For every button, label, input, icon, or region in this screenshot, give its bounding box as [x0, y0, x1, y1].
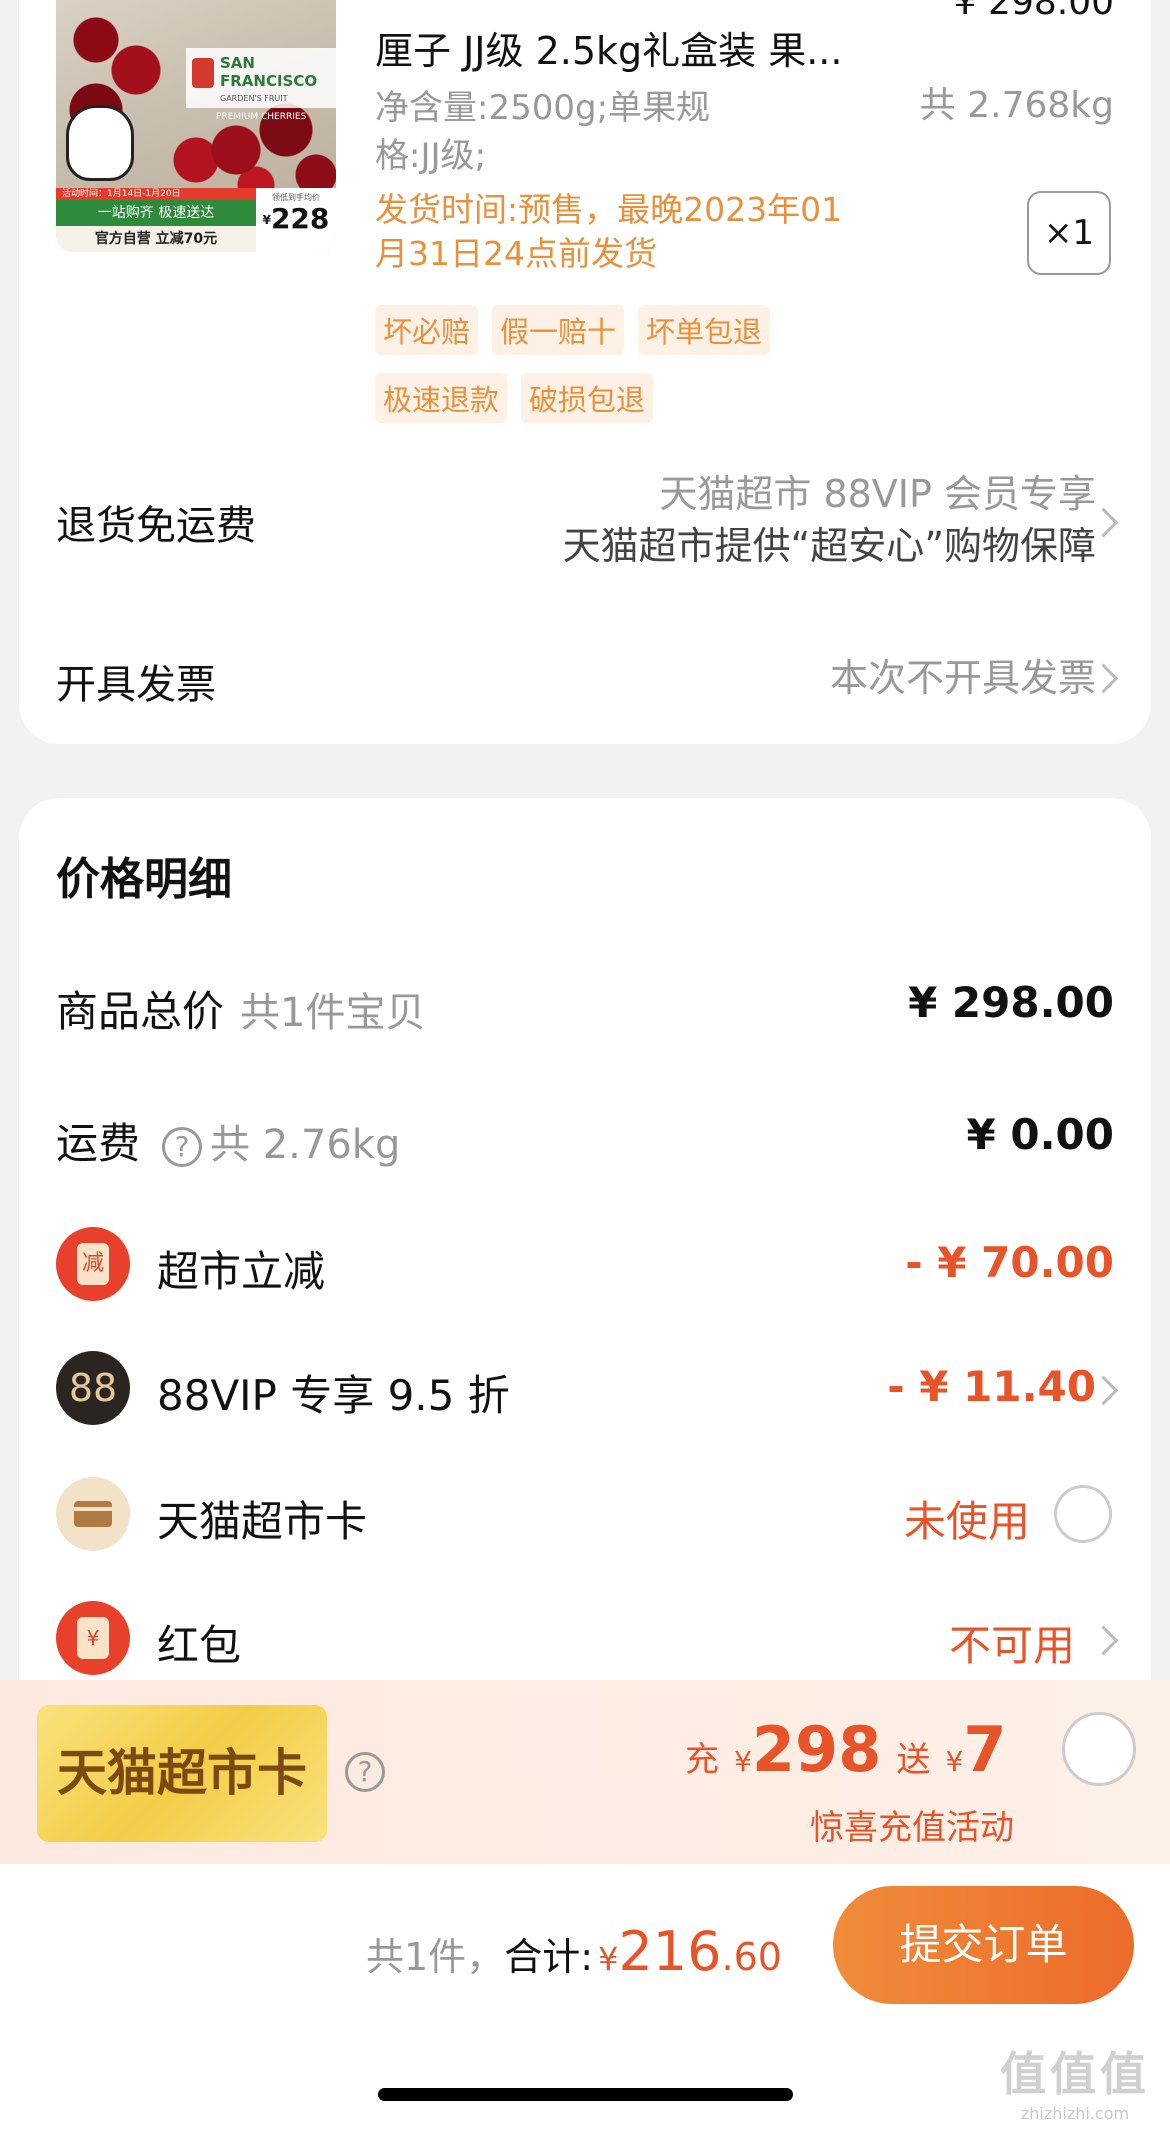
tmall-mascot-icon — [66, 105, 134, 181]
product-thumbnail[interactable]: SAN FRANCISCO GARDEN'S FRUIT PREMIUM CHE… — [56, 0, 336, 252]
return-shipping-label: 退货免运费 — [56, 503, 256, 549]
recharge-radio[interactable] — [1062, 1712, 1136, 1786]
vip-88-icon: 88 — [56, 1351, 130, 1425]
help-icon[interactable]: ? — [162, 1126, 203, 1167]
service-tags: 坏必赔 假一赔十 坏单包退 极速退款 破损包退 — [375, 305, 875, 441]
freight-label: 运费? 共 2.76kg — [56, 1119, 401, 1168]
submit-order-button[interactable]: 提交订单 — [833, 1886, 1134, 2004]
discount-icon: 减 — [56, 1227, 130, 1301]
shipping-note: 发货时间:预售，最晚2023年01月31日24点前发货 — [375, 190, 843, 273]
promo-fast-strip: 一站购齐 极速送达 — [56, 200, 256, 226]
product-price: ¥ 298.00 — [953, 0, 1114, 23]
supermarket-card-label: 天猫超市卡 — [157, 1497, 368, 1546]
invoice-label: 开具发票 — [56, 662, 216, 708]
supermarket-card-radio[interactable] — [1054, 1485, 1112, 1543]
promo-date-strip: 活动时间：1月14日-1月20日 — [56, 188, 262, 200]
recharge-offer: 充 ¥298 送 ¥7 — [685, 1713, 1007, 1786]
quantity-stepper[interactable]: ×1 — [1027, 191, 1111, 275]
return-shipping-info: 天猫超市 88VIP 会员专享 天猫超市提供“超安心”购物保障 — [562, 472, 1096, 568]
thumbnail-price-box: 领低到手均价 ¥228 — [256, 188, 336, 252]
service-tag: 假一赔十 — [492, 305, 625, 355]
invoice-value: 本次不开具发票 — [829, 656, 1096, 700]
product-spec: 净含量:2500g;单果规格:JJ级; — [375, 88, 711, 176]
vip-discount-value[interactable]: - ¥ 11.40 — [887, 1362, 1096, 1411]
card-icon — [56, 1477, 130, 1551]
service-tag: 极速退款 — [375, 373, 508, 423]
product-title[interactable]: 厘子 JJ级 2.5kg礼盒装 果... — [375, 20, 915, 75]
red-packet-icon: ¥ — [56, 1601, 130, 1675]
recharge-caption: 惊喜充值活动 — [810, 1808, 1014, 1848]
discount-label: 超市立减 — [157, 1247, 326, 1296]
service-tag: 坏单包退 — [638, 305, 771, 355]
product-weight: 共 2.768kg — [919, 85, 1114, 126]
service-tag: 坏必赔 — [375, 305, 479, 355]
red-packet-label: 红包 — [157, 1621, 242, 1670]
order-total: 共1件，合计: ¥216.60 — [366, 1920, 782, 1983]
watermark: 值值值 zhizhizhi.com — [1000, 2047, 1150, 2123]
supermarket-card-badge[interactable]: 天猫超市卡 — [37, 1705, 327, 1842]
supermarket-card-value: 未使用 — [903, 1497, 1030, 1546]
home-indicator[interactable] — [378, 2088, 793, 2101]
subtotal-value: ¥ 298.00 — [908, 978, 1114, 1027]
brand-logo: SAN FRANCISCO GARDEN'S FRUIT — [186, 48, 336, 108]
cherries-label: PREMIUM CHERRIES — [216, 112, 307, 122]
subtotal-label: 商品总价 共1件宝贝 — [56, 987, 426, 1036]
freight-value: ¥ 0.00 — [966, 1110, 1114, 1159]
red-packet-value[interactable]: 不可用 — [949, 1612, 1075, 1673]
help-icon[interactable]: ? — [345, 1752, 385, 1792]
vip-discount-label: 88VIP 专享 9.5 折 — [157, 1371, 510, 1420]
promo-discount-strip: 官方自营 立减70元 — [56, 226, 256, 252]
service-tag: 破损包退 — [521, 373, 654, 423]
discount-value: - ¥ 70.00 — [905, 1238, 1114, 1287]
price-detail-title: 价格明细 — [56, 854, 232, 905]
